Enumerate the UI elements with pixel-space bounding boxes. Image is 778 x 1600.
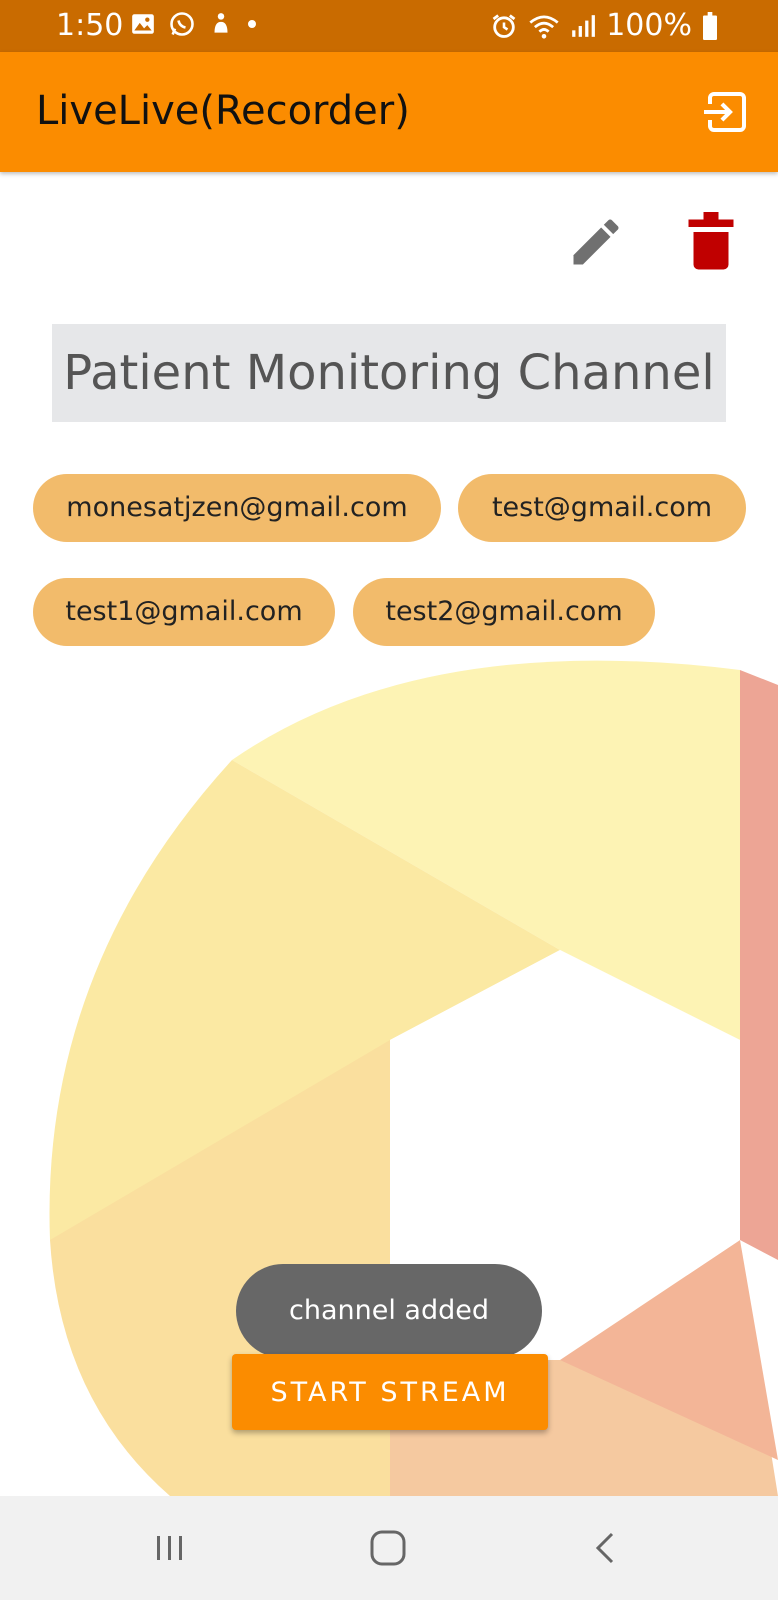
app-notification-icon — [214, 13, 228, 33]
dot-icon — [248, 20, 256, 28]
app-title: LiveLive(Recorder) — [36, 88, 410, 134]
status-bar: 1:50 100% — [0, 0, 778, 52]
signal-icon — [572, 14, 596, 37]
gallery-icon — [132, 14, 154, 34]
channel-name: Patient Monitoring Channel — [52, 324, 726, 422]
edit-channel-button[interactable] — [566, 212, 626, 272]
status-system-icons: 100% — [490, 8, 718, 43]
battery-icon — [703, 11, 717, 40]
whatsapp-icon — [170, 12, 194, 36]
home-icon — [370, 1530, 406, 1566]
delete-channel-button[interactable] — [686, 212, 736, 272]
status-time: 1:50 — [56, 8, 124, 43]
member-chip[interactable]: test@gmail.com — [458, 474, 746, 542]
battery-percent: 100% — [606, 8, 692, 43]
status-notification-icons — [130, 10, 258, 38]
member-chip[interactable]: monesatjzen@gmail.com — [33, 474, 441, 542]
wifi-icon — [529, 14, 559, 39]
home-button[interactable] — [358, 1522, 418, 1574]
trash-icon — [688, 212, 734, 270]
member-chip[interactable]: test1@gmail.com — [33, 578, 335, 646]
system-nav-bar — [0, 1496, 778, 1600]
back-icon — [595, 1532, 614, 1564]
recents-button[interactable] — [140, 1522, 200, 1574]
logout-icon — [704, 92, 746, 132]
start-stream-button[interactable]: START STREAM — [232, 1354, 548, 1430]
toast-message: channel added — [236, 1264, 542, 1358]
alarm-icon — [492, 13, 516, 38]
pencil-icon — [573, 219, 619, 265]
app-bar: LiveLive(Recorder) — [0, 52, 778, 172]
back-button[interactable] — [576, 1522, 636, 1574]
logout-button[interactable] — [702, 88, 750, 136]
recents-icon — [157, 1536, 182, 1560]
member-chip[interactable]: test2@gmail.com — [353, 578, 655, 646]
